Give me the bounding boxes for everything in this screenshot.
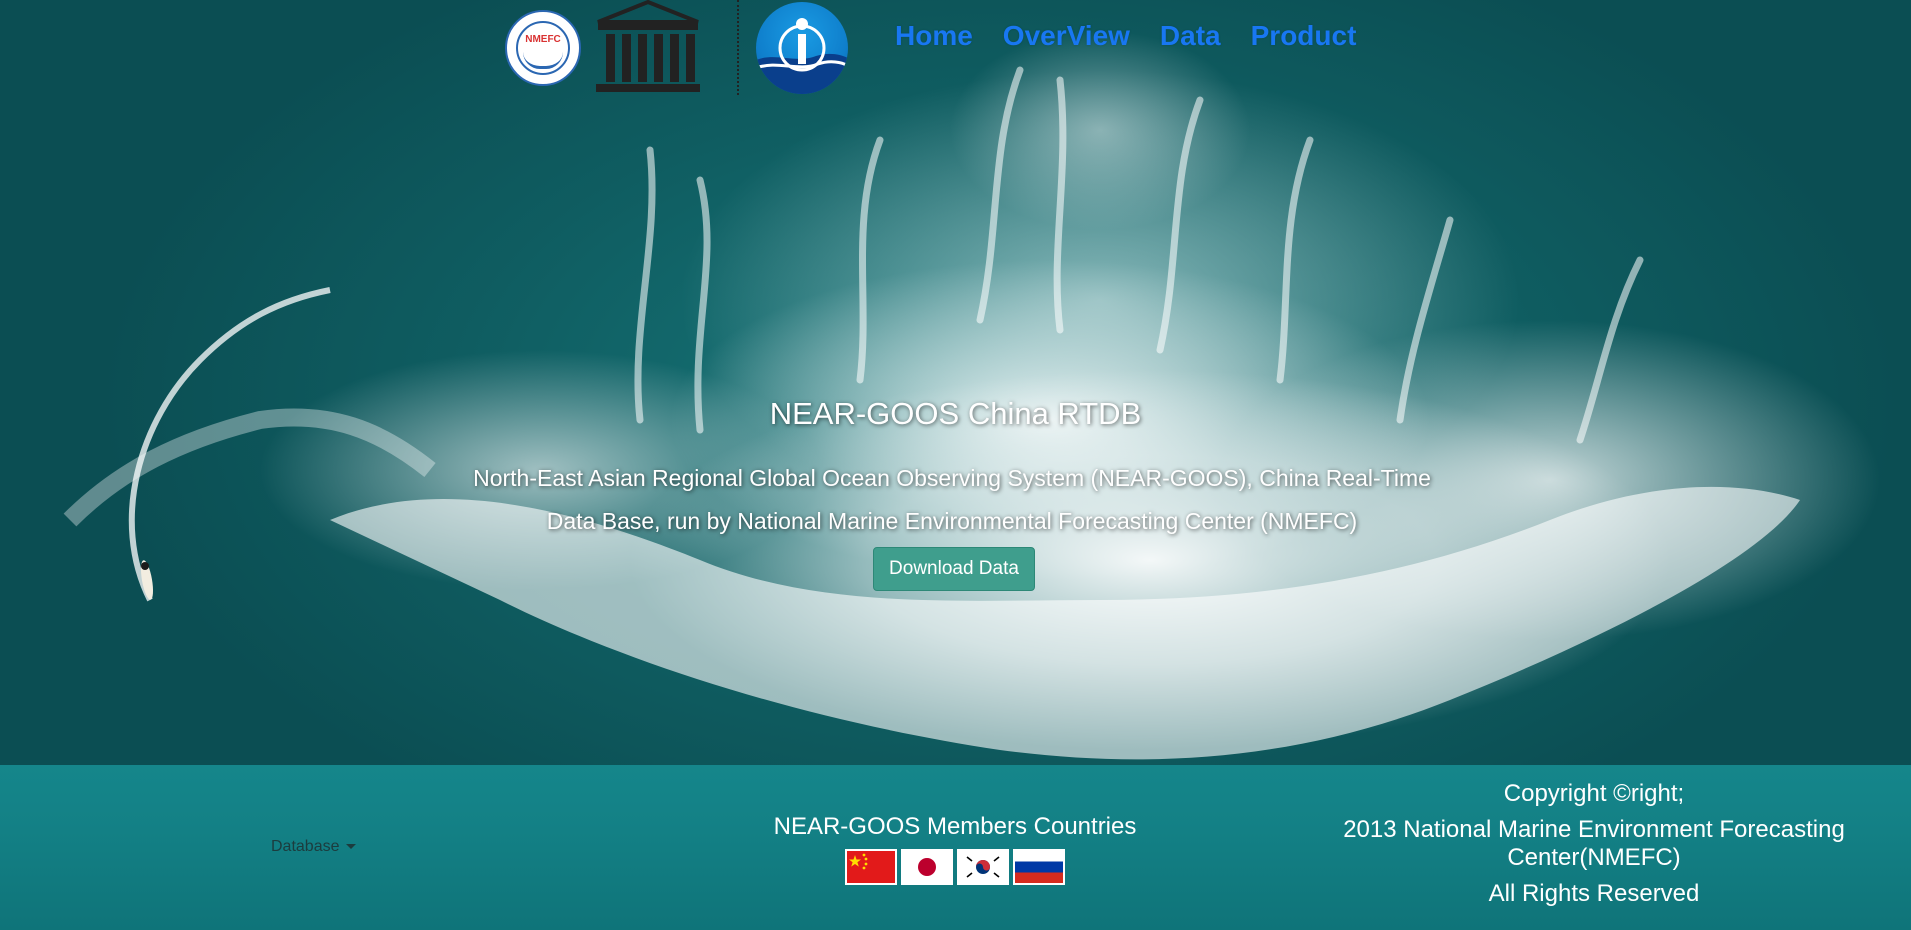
china-flag-icon[interactable]: [845, 849, 897, 885]
nav-data[interactable]: Data: [1160, 20, 1221, 52]
russia-flag-icon[interactable]: [1013, 849, 1065, 885]
footer: Database NEAR-GOOS Members Countries Cop…: [0, 765, 1911, 930]
database-dropdown-label: Database: [271, 838, 340, 855]
hero-background: [0, 0, 1911, 765]
copyright-line-1: Copyright ©right;: [1503, 780, 1685, 807]
nmefc-logo: NMEFC: [505, 10, 581, 86]
korea-flag-icon[interactable]: [957, 849, 1009, 885]
download-data-button[interactable]: Download Data: [873, 547, 1035, 591]
copyright-block: Copyright ©right; 2013 National Marine E…: [1330, 780, 1858, 916]
unesco-logo: [596, 0, 700, 92]
copyright-line-3: All Rights Reserved: [1488, 880, 1700, 907]
hero-title: NEAR-GOOS China RTDB: [769, 396, 1142, 431]
members-title: NEAR-GOOS Members Countries: [773, 813, 1137, 840]
main-nav: Home OverView Data Product: [895, 20, 1356, 52]
database-dropdown[interactable]: Database: [271, 838, 356, 856]
caret-down-icon: [345, 844, 356, 850]
member-flags: [845, 849, 1065, 885]
nmefc-logo-text: NMEFC: [525, 34, 561, 45]
nav-home[interactable]: Home: [895, 20, 973, 52]
nav-product[interactable]: Product: [1251, 20, 1357, 52]
japan-flag-icon[interactable]: [901, 849, 953, 885]
hero-description: North-East Asian Regional Global Ocean O…: [473, 465, 1431, 534]
logo-divider: [737, 0, 739, 95]
copyright-line-2: 2013 National Marine Environment Forecas…: [1343, 816, 1845, 871]
nav-overview[interactable]: OverView: [1003, 20, 1130, 52]
wave-illustration: [63, 66, 1800, 760]
ioc-logo: [756, 2, 848, 94]
